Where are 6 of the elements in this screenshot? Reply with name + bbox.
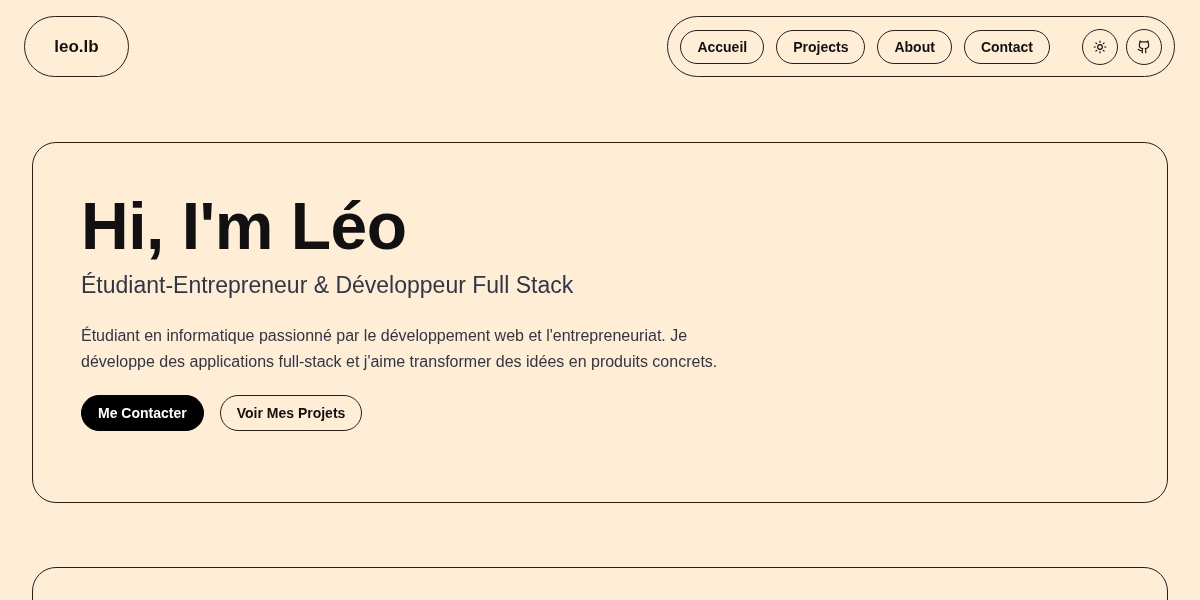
hero-title: Hi, I'm Léo — [81, 188, 408, 265]
github-icon — [1137, 39, 1151, 54]
sun-icon — [1093, 39, 1107, 54]
contact-button[interactable]: Me Contacter — [81, 395, 204, 432]
hero-description: Étudiant en informatique passionné par le développement web et l'entrepreneuriat. Je développe des applications full-stack et j'aime transformer des idées en produits concrets. — [81, 325, 719, 373]
hero-subtitle: Étudiant-Entrepreneur & Développeur Full Stack — [81, 272, 575, 300]
